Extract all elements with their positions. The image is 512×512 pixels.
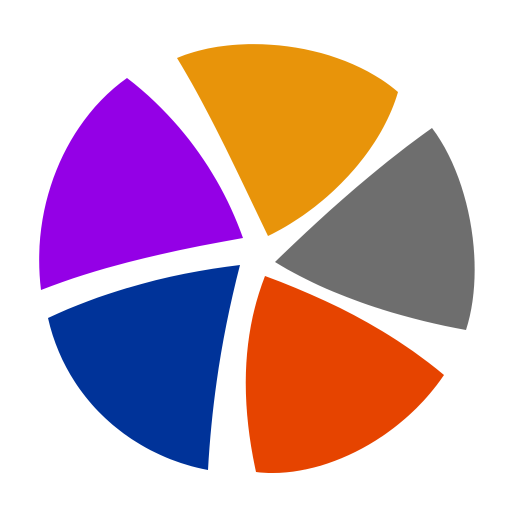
app-logo	[0, 0, 512, 512]
aperture-pinwheel-icon	[39, 44, 475, 474]
logo-segment-blue	[48, 265, 240, 470]
